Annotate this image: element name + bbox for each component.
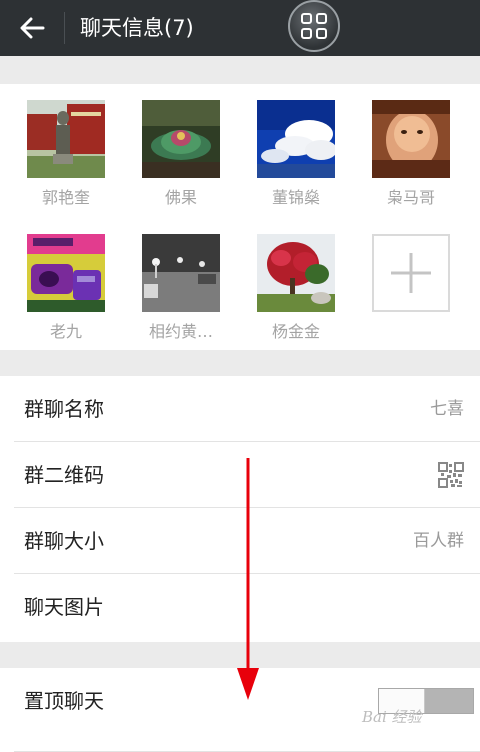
avatar (27, 234, 105, 312)
avatar (142, 234, 220, 312)
avatar (27, 100, 105, 178)
avatar (257, 100, 335, 178)
member-name: 枭马哥 (386, 188, 435, 207)
member-name: 郭艳奎 (41, 188, 90, 207)
member-grid: 郭艳奎 佛果 董锦燊 枭马哥 老九 相约黄… 杨金金 (0, 84, 480, 350)
chat-images-label: 聊天图片 (24, 595, 104, 619)
avatar (257, 234, 335, 312)
group-name-row[interactable]: 群聊名称 七喜 (0, 376, 480, 442)
plus-icon (391, 253, 431, 293)
add-member-button[interactable] (361, 218, 461, 338)
group-size-label: 群聊大小 (24, 529, 104, 553)
member-name: 董锦燊 (271, 188, 320, 207)
floating-menu-button[interactable] (288, 0, 340, 52)
group-qrcode-label: 群二维码 (24, 463, 104, 487)
member-name: 佛果 (164, 188, 197, 207)
add-member-box (372, 234, 450, 312)
group-name-value: 七喜 (430, 399, 464, 419)
group-size-value: 百人群 (413, 531, 464, 551)
back-arrow-icon (20, 17, 45, 39)
qr-code-icon (438, 462, 464, 488)
pin-chat-label: 置顶聊天 (24, 689, 104, 713)
member-name: 杨金金 (271, 322, 320, 341)
avatar (372, 100, 450, 178)
member-item[interactable]: 郭艳奎 (16, 84, 116, 207)
watermark-logo: Bai 经验 (362, 708, 422, 726)
member-item[interactable]: 相约黄… (131, 218, 231, 341)
title-bar: 聊天信息(7) (0, 0, 480, 56)
grid-menu-icon (301, 13, 327, 39)
page-title: 聊天信息(7) (80, 16, 194, 40)
member-item[interactable]: 佛果 (131, 84, 231, 207)
group-name-label: 群聊名称 (24, 397, 104, 421)
member-item[interactable]: 杨金金 (246, 218, 346, 341)
member-item[interactable]: 枭马哥 (361, 84, 461, 207)
header-divider (64, 12, 65, 44)
member-name: 相约黄… (148, 322, 213, 341)
back-button[interactable] (12, 8, 52, 48)
member-item[interactable]: 老九 (16, 218, 116, 341)
member-item[interactable]: 董锦燊 (246, 84, 346, 207)
red-arrow-annotation (237, 458, 259, 700)
member-name: 老九 (49, 322, 82, 341)
avatar (142, 100, 220, 178)
